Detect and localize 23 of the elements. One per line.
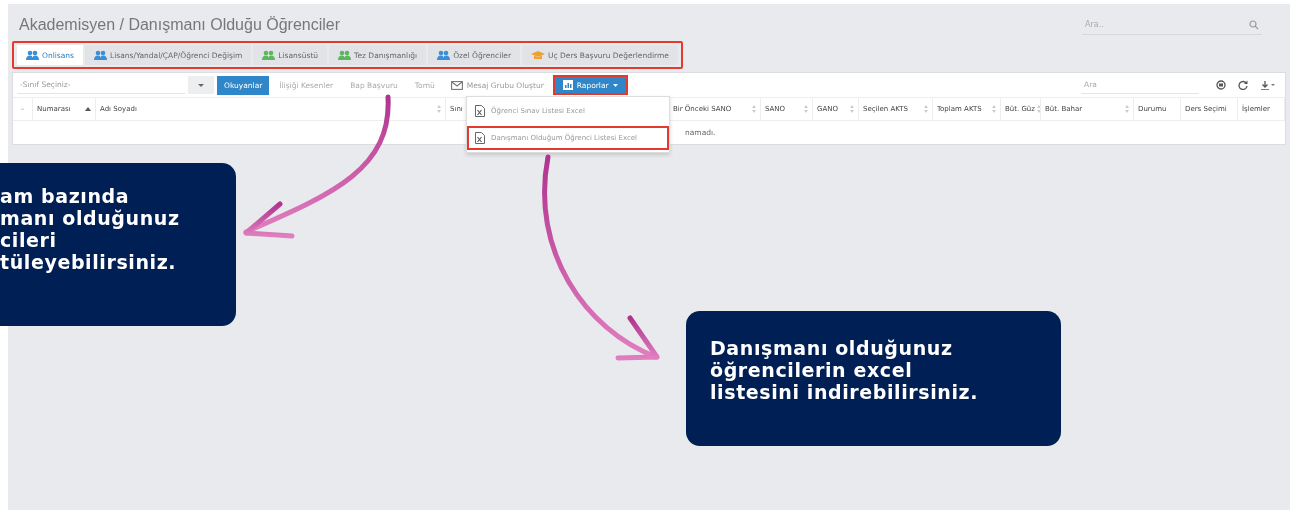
sort-icon (850, 105, 854, 113)
sort-icon (992, 105, 996, 113)
columns-icon (1216, 80, 1226, 90)
sort-icon (924, 105, 928, 113)
page-title: Akademisyen / Danışmanı Olduğu Öğrenciler (18, 16, 342, 34)
sort-icon (1125, 105, 1129, 113)
excel-file-icon (475, 105, 485, 117)
sort-icon (804, 105, 808, 113)
sort-up-icon (85, 107, 91, 111)
callout-text: Danışmanı olduğunuz öğrencilerin excel listesini indirebilirsiniz. (686, 311, 1061, 446)
dropdown-button[interactable] (188, 76, 214, 94)
callout-text: am bazında manı olduğunuz cileri tüleyebilirsiniz. (0, 163, 236, 326)
sort-icon (752, 105, 756, 113)
export-icon (1260, 80, 1275, 90)
caret-icon (612, 83, 618, 87)
caret-icon (198, 83, 204, 87)
envelope-icon (450, 80, 463, 90)
sort-icon (437, 105, 441, 113)
sort-icon (1036, 105, 1040, 113)
chart-icon (562, 80, 573, 90)
excel-file-icon (475, 132, 485, 144)
search-icon (1249, 19, 1259, 30)
refresh-icon (1238, 80, 1248, 90)
